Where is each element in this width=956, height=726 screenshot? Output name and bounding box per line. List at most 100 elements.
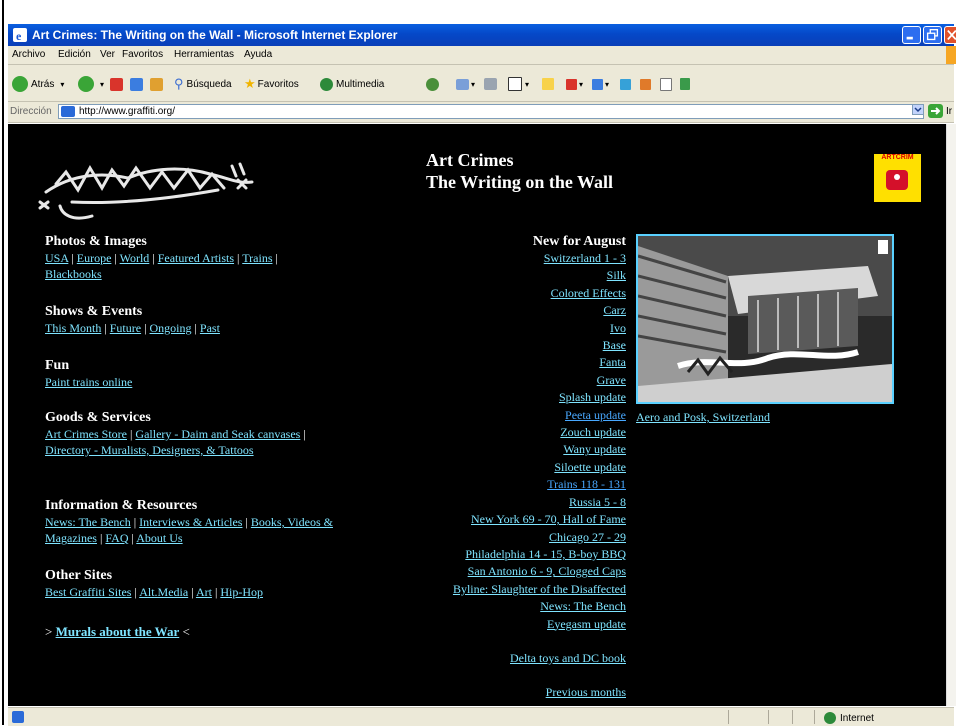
link-hiphop[interactable]: Hip-Hop: [220, 585, 263, 599]
link-interviews[interactable]: Interviews & Articles: [139, 515, 242, 529]
refresh-button[interactable]: [130, 74, 143, 94]
link-trains[interactable]: Trains: [242, 251, 272, 265]
notes-button[interactable]: [542, 74, 554, 94]
artcrimes-badge[interactable]: ARTCRIM: [874, 154, 921, 202]
new-heading: New for August: [532, 234, 626, 249]
web-content: Art Crimes The Writing on the Wall ARTCR…: [8, 124, 946, 706]
featured-photo[interactable]: [636, 234, 894, 404]
minimize-button[interactable]: [902, 26, 921, 44]
address-input[interactable]: http://www.graffiti.org/: [58, 104, 924, 119]
link-best-sites[interactable]: Best Graffiti Sites: [45, 585, 131, 599]
link-directory[interactable]: Directory - Muralists, Designers, & Tatt…: [45, 443, 254, 457]
print-button[interactable]: [484, 74, 497, 94]
menu-ayuda[interactable]: Ayuda: [244, 49, 272, 60]
new-item-link[interactable]: Switzerland 1 - 3: [388, 250, 626, 267]
restore-button[interactable]: [923, 26, 942, 44]
new-item-link[interactable]: Colored Effects: [388, 285, 626, 302]
separator: |: [214, 585, 218, 599]
new-items-column: New for August Switzerland 1 - 3 Silk Co…: [388, 234, 626, 702]
copy-button[interactable]: [660, 74, 672, 94]
new-item-link[interactable]: Ivo: [388, 320, 626, 337]
link-gallery[interactable]: Gallery - Daim and Seak canvases: [135, 427, 300, 441]
home-button[interactable]: [150, 74, 163, 94]
media-button[interactable]: Multimedia: [320, 74, 384, 94]
menu-favoritos[interactable]: Favoritos: [122, 49, 163, 60]
link-this-month[interactable]: This Month: [45, 321, 101, 335]
address-dropdown-button[interactable]: [912, 104, 924, 115]
extra-button[interactable]: [680, 74, 690, 94]
close-button[interactable]: [944, 26, 956, 44]
messenger-button[interactable]: [620, 74, 631, 94]
new-item-link[interactable]: News: The Bench: [388, 598, 626, 615]
link-blackbooks[interactable]: Blackbooks: [45, 267, 102, 281]
new-item-link[interactable]: Trains 118 - 131: [388, 476, 626, 493]
new-item-link[interactable]: Philadelphia 14 - 15, B-boy BBQ: [388, 546, 626, 563]
link-featured-artists[interactable]: Featured Artists: [158, 251, 234, 265]
new-item-link[interactable]: Russia 5 - 8: [388, 494, 626, 511]
link-store[interactable]: Art Crimes Store: [45, 427, 127, 441]
print-icon: [484, 78, 497, 90]
new-item-link[interactable]: San Antonio 6 - 9, Clogged Caps: [388, 563, 626, 580]
go-label[interactable]: Ir: [946, 106, 952, 117]
link-about[interactable]: About Us: [136, 531, 182, 545]
new-item-link[interactable]: Grave: [388, 372, 626, 389]
link-europe[interactable]: Europe: [77, 251, 112, 265]
new-item-link[interactable]: Zouch update: [388, 424, 626, 441]
link-ongoing[interactable]: Ongoing: [150, 321, 192, 335]
murals-prefix: >: [45, 624, 53, 639]
link-past[interactable]: Past: [200, 321, 220, 335]
separator: |: [303, 427, 306, 441]
spell-button[interactable]: ▾: [592, 74, 609, 94]
menu-ver[interactable]: Ver: [100, 49, 115, 60]
link-paint-trains[interactable]: Paint trains online: [45, 375, 132, 389]
new-item-link[interactable]: Silk: [388, 267, 626, 284]
link-future[interactable]: Future: [110, 321, 141, 335]
previous-months-link[interactable]: Previous months: [388, 684, 626, 701]
search-button[interactable]: ⚲ Búsqueda: [174, 74, 232, 94]
messenger-icon: [620, 78, 631, 90]
menu-archivo[interactable]: Archivo: [12, 49, 45, 60]
back-button[interactable]: Atrás ▾: [12, 74, 64, 94]
new-item-link[interactable]: Carz: [388, 302, 626, 319]
separator: |: [130, 427, 133, 441]
link-usa[interactable]: USA: [45, 251, 68, 265]
extra-icon: [680, 78, 690, 90]
photo-caption-link[interactable]: Aero and Posk, Switzerland: [636, 410, 770, 425]
new-item-link[interactable]: Wany update: [388, 441, 626, 458]
new-item-link[interactable]: Chicago 27 - 29: [388, 529, 626, 546]
chevron-down-icon: ▾: [60, 79, 65, 89]
new-item-link[interactable]: Eyegasm update: [388, 616, 626, 633]
new-item-link[interactable]: Siloette update: [388, 459, 626, 476]
link-art[interactable]: Art: [196, 585, 212, 599]
favorites-button[interactable]: ★ Favoritos: [244, 74, 299, 94]
link-altmedia[interactable]: Alt.Media: [139, 585, 188, 599]
new-item-link[interactable]: Peeta update: [388, 407, 626, 424]
separator: |: [275, 251, 278, 265]
link-world[interactable]: World: [120, 251, 150, 265]
menu-edicion[interactable]: Edición: [58, 49, 91, 60]
home-icon: [150, 77, 163, 91]
address-bar: Dirección http://www.graffiti.org/ Ir: [8, 102, 954, 123]
new-item-link[interactable]: Splash update: [388, 389, 626, 406]
new-item-link[interactable]: Byline: Slaughter of the Disaffected: [388, 581, 626, 598]
edit-button[interactable]: ▾: [508, 74, 529, 94]
new-item-link[interactable]: Base: [388, 337, 626, 354]
link-news-bench[interactable]: News: The Bench: [45, 515, 131, 529]
new-item-link[interactable]: New York 69 - 70, Hall of Fame: [388, 511, 626, 528]
history-button[interactable]: [426, 74, 439, 94]
forward-button[interactable]: ▾: [78, 74, 104, 94]
stop-button[interactable]: [110, 74, 123, 94]
go-button[interactable]: [928, 104, 943, 118]
highlight-button[interactable]: ▾: [566, 74, 583, 94]
delta-toys-link[interactable]: Delta toys and DC book: [388, 650, 626, 667]
section-heading: Goods & Services: [45, 410, 151, 425]
notes-icon: [542, 78, 554, 90]
menu-herramientas[interactable]: Herramientas: [174, 49, 234, 60]
new-item-link[interactable]: Fanta: [388, 354, 626, 371]
link-murals-war[interactable]: Murals about the War: [56, 624, 180, 639]
vertical-scrollbar[interactable]: [946, 124, 956, 706]
link-faq[interactable]: FAQ: [105, 531, 128, 545]
research-button[interactable]: [640, 74, 651, 94]
badge-text: ARTCRIM: [881, 154, 914, 161]
mail-button[interactable]: ▾: [456, 74, 475, 94]
